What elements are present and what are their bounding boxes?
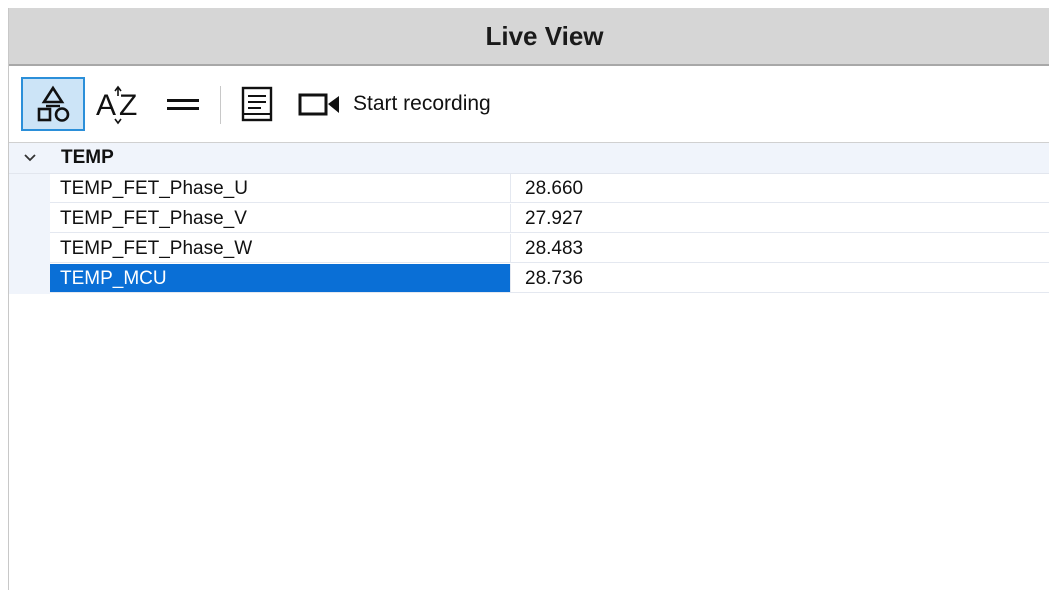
property-name[interactable]: TEMP_FET_Phase_W xyxy=(50,234,511,263)
property-value[interactable]: 28.736 xyxy=(511,264,1049,293)
toolbar: A Z Start recording xyxy=(9,66,1049,143)
collapse-all-button[interactable] xyxy=(157,77,209,131)
property-name[interactable]: TEMP_MCU xyxy=(50,264,511,293)
title-bar: Live View xyxy=(9,8,1049,66)
sort-alphabetical-button[interactable]: A Z xyxy=(89,77,151,131)
property-grid: TEMP TEMP_FET_Phase_U 28.660 TEMP_FET_Ph… xyxy=(9,143,1049,294)
svg-text:A: A xyxy=(96,89,116,122)
shapes-icon xyxy=(37,85,70,122)
start-recording-label: Start recording xyxy=(353,92,491,115)
table-row[interactable]: TEMP_FET_Phase_U 28.660 xyxy=(9,174,1049,204)
table-row[interactable]: TEMP_FET_Phase_W 28.483 xyxy=(9,234,1049,264)
group-row-temp[interactable]: TEMP xyxy=(9,143,1049,174)
svg-text:Z: Z xyxy=(119,89,137,122)
window-title: Live View xyxy=(485,20,604,51)
categorized-button[interactable] xyxy=(21,77,85,131)
group-label: TEMP xyxy=(61,147,114,168)
live-view-panel: Live View A Z Start recording TEMP TEMP_… xyxy=(8,8,1049,590)
video-camera-icon xyxy=(298,93,339,116)
row-gutter xyxy=(9,204,50,234)
row-gutter xyxy=(9,174,50,204)
chevron-down-icon[interactable] xyxy=(23,152,37,164)
property-value[interactable]: 28.660 xyxy=(511,174,1049,203)
log-button[interactable] xyxy=(231,77,283,131)
sort-az-icon: A Z xyxy=(96,85,137,125)
toolbar-separator xyxy=(220,86,221,124)
table-row-selected[interactable]: TEMP_MCU 28.736 xyxy=(9,264,1049,294)
property-name[interactable]: TEMP_FET_Phase_U xyxy=(50,174,511,203)
start-recording-button[interactable]: Start recording xyxy=(297,77,517,131)
equals-icon xyxy=(167,99,199,110)
property-value[interactable]: 27.927 xyxy=(511,204,1049,233)
row-gutter xyxy=(9,234,50,264)
property-value[interactable]: 28.483 xyxy=(511,234,1049,263)
property-name[interactable]: TEMP_FET_Phase_V xyxy=(50,204,511,233)
row-gutter xyxy=(9,264,50,294)
notepad-icon xyxy=(241,86,273,122)
table-row[interactable]: TEMP_FET_Phase_V 27.927 xyxy=(9,204,1049,234)
